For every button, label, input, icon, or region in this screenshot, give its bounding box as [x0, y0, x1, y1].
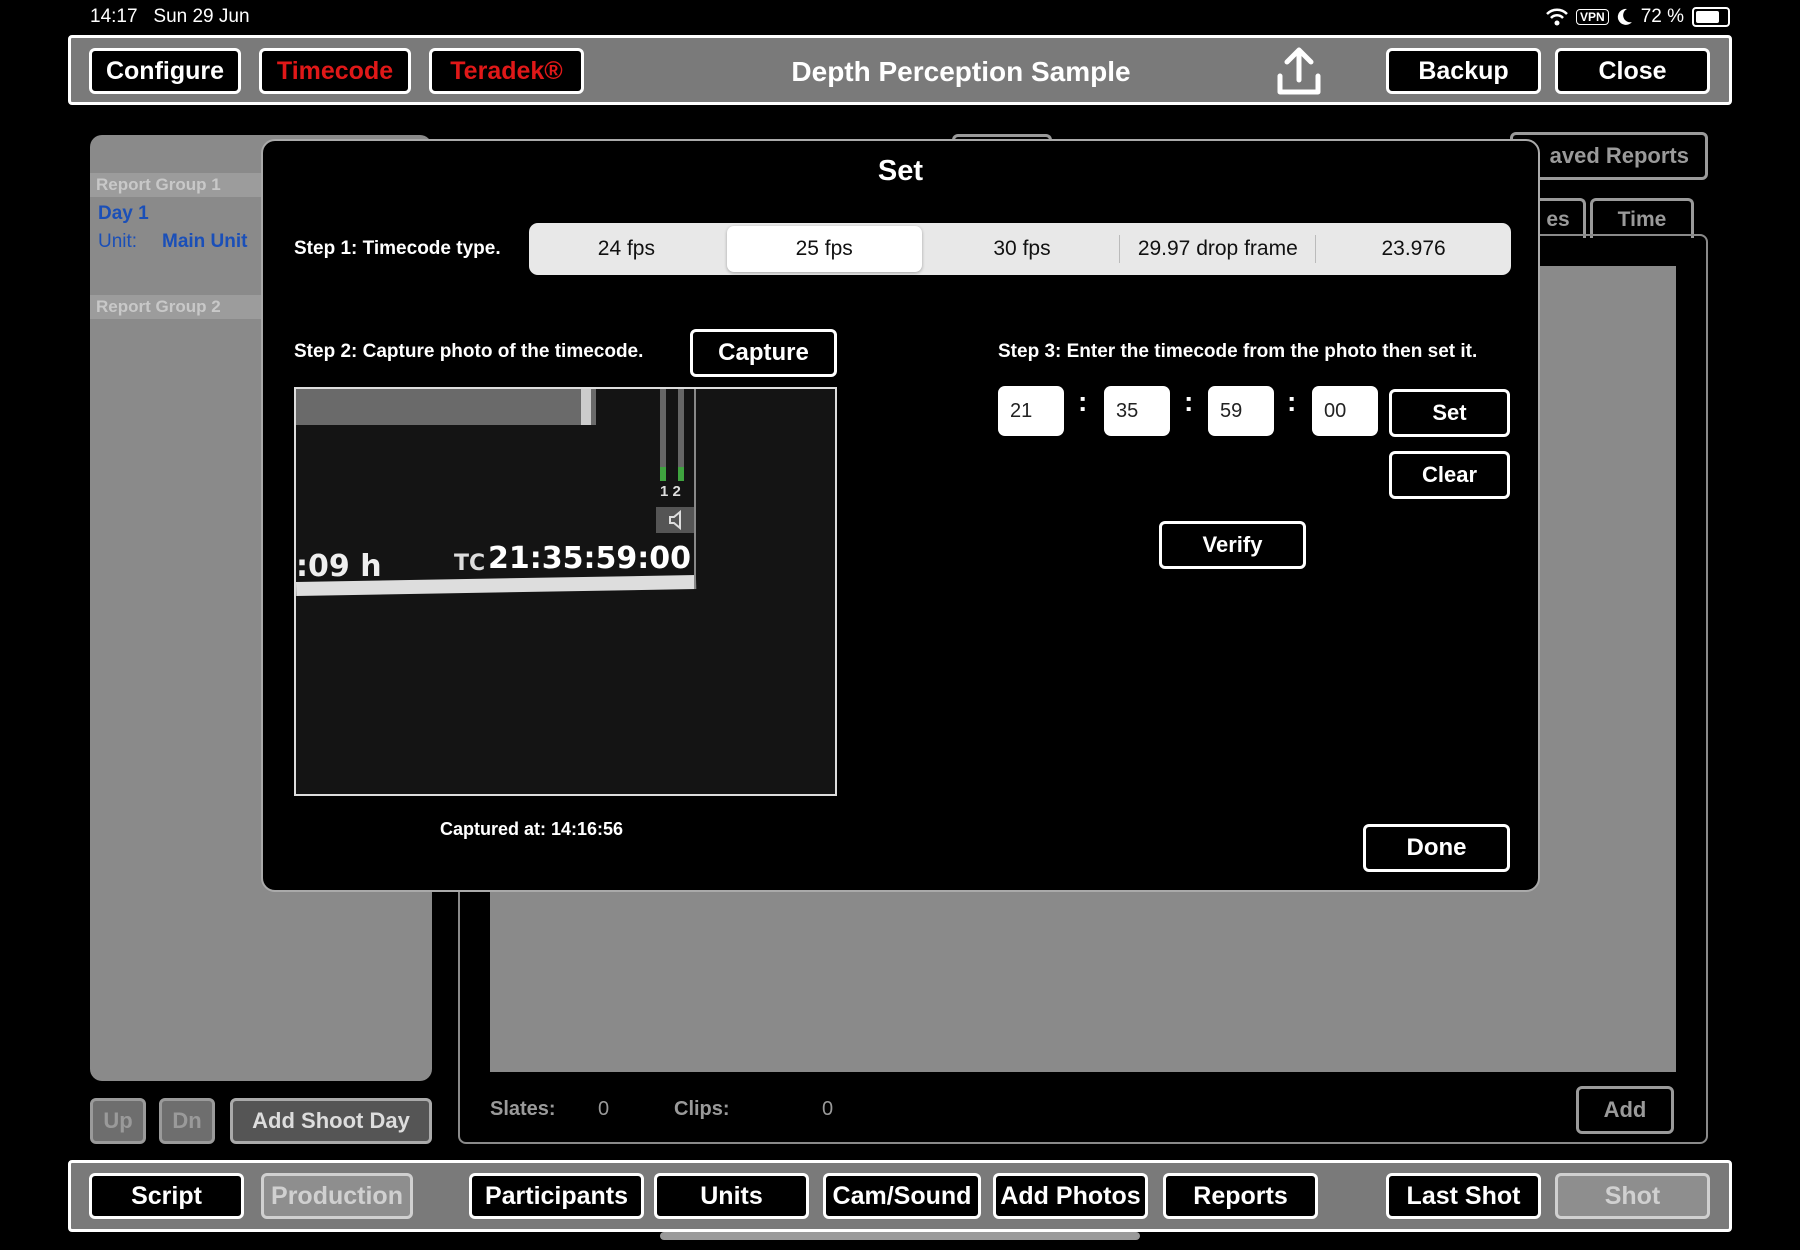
- tab-time[interactable]: Time: [1590, 198, 1694, 238]
- clips-label: Clips:: [674, 1098, 730, 1120]
- wifi-icon: [1546, 8, 1568, 26]
- colon: :: [1287, 386, 1297, 417]
- photo-frame-corner: [581, 389, 591, 425]
- production-button[interactable]: Production: [261, 1173, 413, 1219]
- timecode-frames-field[interactable]: 00: [1312, 386, 1378, 436]
- battery-icon: [1692, 7, 1730, 27]
- status-time: 14:17: [90, 6, 138, 27]
- clear-button[interactable]: Clear: [1389, 451, 1510, 499]
- fps-option-2997-df[interactable]: 29.97 drop frame: [1120, 223, 1315, 275]
- set-timecode-dialog: Set Step 1: Timecode type. 24 fps 25 fps…: [261, 139, 1540, 892]
- shot-button[interactable]: Shot: [1555, 1173, 1710, 1219]
- photo-hours-text: :09 h: [296, 549, 382, 584]
- vpn-badge: VPN: [1576, 9, 1609, 25]
- top-toolbar: Configure Timecode Teradek® Depth Percep…: [68, 35, 1732, 105]
- fps-segmented-control: 24 fps 25 fps 30 fps 29.97 drop frame 23…: [529, 223, 1511, 275]
- photo-tc-value: 21:35:59:00: [488, 541, 691, 576]
- moon-icon: [1617, 8, 1632, 25]
- unit-label: Unit:: [98, 231, 138, 252]
- reports-button[interactable]: Reports: [1163, 1173, 1318, 1219]
- home-indicator[interactable]: [660, 1232, 1140, 1240]
- battery-percent: 72 %: [1640, 6, 1684, 27]
- timecode-minutes-field[interactable]: 35: [1104, 386, 1170, 436]
- cam-sound-button[interactable]: Cam/Sound: [823, 1173, 981, 1219]
- dialog-title: Set: [877, 155, 924, 187]
- timecode-button[interactable]: Timecode: [259, 48, 411, 94]
- fps-option-24[interactable]: 24 fps: [529, 223, 724, 275]
- script-button[interactable]: Script: [89, 1173, 244, 1219]
- timecode-seconds-field[interactable]: 59: [1208, 386, 1274, 436]
- app-title: Depth Perception Sample: [791, 56, 1131, 87]
- fps-option-23976[interactable]: 23.976: [1316, 223, 1511, 275]
- slates-value: 0: [598, 1098, 610, 1120]
- teradek-button[interactable]: Teradek®: [429, 48, 584, 94]
- step3-label: Step 3: Enter the timecode from the phot…: [998, 341, 1478, 362]
- status-date: Sun 29 Jun: [153, 6, 250, 27]
- photo-tc-prefix: TC: [454, 551, 486, 576]
- colon: :: [1184, 386, 1194, 417]
- bottom-toolbar: Script Production Participants Units Cam…: [68, 1160, 1732, 1232]
- timecode-photo: 1 2 :09 h TC 21:35:59:00: [294, 387, 837, 796]
- captured-at-label: Captured at: 14:16:56: [440, 819, 624, 839]
- close-button[interactable]: Close: [1555, 48, 1710, 94]
- last-shot-button[interactable]: Last Shot: [1386, 1173, 1541, 1219]
- slates-label: Slates:: [490, 1098, 556, 1120]
- fps-option-30[interactable]: 30 fps: [925, 223, 1120, 275]
- down-button[interactable]: Dn: [159, 1098, 215, 1144]
- photo-monitor-edge: [296, 389, 596, 425]
- add-photos-button[interactable]: Add Photos: [993, 1173, 1148, 1219]
- speaker-icon: [656, 507, 696, 533]
- audio-channel-labels: 1 2: [660, 483, 681, 500]
- audio-meter-2: [678, 389, 684, 479]
- add-button[interactable]: Add: [1576, 1086, 1674, 1134]
- status-bar-left: 14:17 Sun 29 Jun: [90, 6, 250, 28]
- colon: :: [1078, 386, 1088, 417]
- set-button[interactable]: Set: [1389, 389, 1510, 437]
- up-button[interactable]: Up: [90, 1098, 146, 1144]
- upload-icon[interactable]: [1276, 46, 1322, 96]
- photo-frame-edge: [694, 389, 696, 589]
- fps-option-25[interactable]: 25 fps: [726, 226, 922, 272]
- done-button[interactable]: Done: [1363, 824, 1510, 872]
- step2-label: Step 2: Capture photo of the timecode.: [294, 341, 644, 362]
- timecode-hours-field[interactable]: 21: [998, 386, 1064, 436]
- status-bar-right: VPN 72 %: [1546, 6, 1730, 28]
- report-group-1-header: Report Group 1: [90, 173, 266, 197]
- audio-meter-2-level: [678, 467, 684, 481]
- audio-meter-1-level: [660, 467, 666, 481]
- audio-meter-1: [660, 389, 666, 479]
- report-group-2-header: Report Group 2: [90, 295, 266, 319]
- backup-button[interactable]: Backup: [1386, 48, 1541, 94]
- capture-button[interactable]: Capture: [690, 329, 837, 377]
- clips-value: 0: [822, 1098, 834, 1120]
- verify-button[interactable]: Verify: [1159, 521, 1306, 569]
- configure-button[interactable]: Configure: [89, 48, 241, 94]
- units-button[interactable]: Units: [654, 1173, 809, 1219]
- unit-value: Main Unit: [162, 231, 248, 252]
- add-shoot-day-button[interactable]: Add Shoot Day: [230, 1098, 432, 1144]
- participants-button[interactable]: Participants: [469, 1173, 644, 1219]
- sidebar-item-day-1[interactable]: Day 1: [98, 203, 149, 225]
- step1-label: Step 1: Timecode type.: [294, 238, 501, 259]
